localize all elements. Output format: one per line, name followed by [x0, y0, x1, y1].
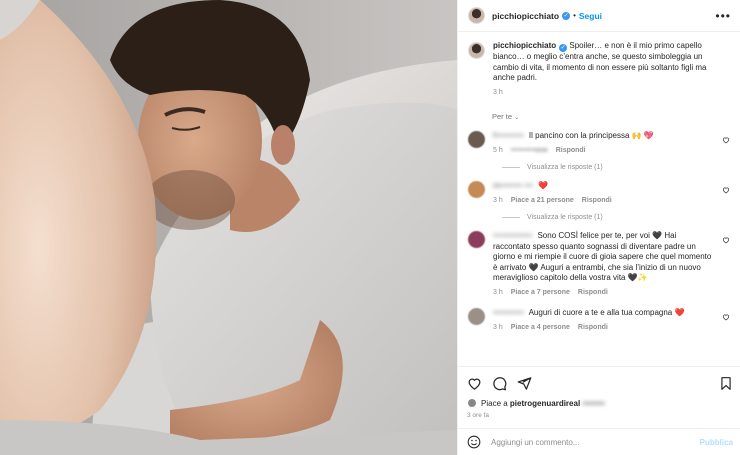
commenter-username[interactable]: m•••••••• •••: [493, 181, 533, 190]
view-replies-button[interactable]: Visualizza le risposte (1): [502, 164, 730, 171]
post-header: picchiopicchiato ✓ • Segui •••: [458, 0, 740, 32]
reply-button[interactable]: Rispondi: [578, 323, 608, 334]
comment: m•••••••• ••• ❤️ 3 h Piace a 21 persone …: [468, 181, 730, 206]
commenter-avatar[interactable]: [468, 131, 485, 148]
comment-likes[interactable]: Piace a 21 persone: [511, 196, 574, 207]
comment-time: 5 h: [493, 146, 503, 154]
comment-likes[interactable]: Piace a 4 persone: [511, 323, 570, 334]
comment: f•••••••••• Il pancino con la principess…: [468, 131, 730, 156]
comment-input[interactable]: [491, 437, 700, 447]
comment-likes[interactable]: ••••••••••one: [511, 146, 548, 157]
comments-sort-dropdown[interactable]: Per te ⌄: [492, 112, 730, 121]
comment-icon[interactable]: [492, 376, 507, 391]
caption: picchiopicchiato ✓ Spoiler… e non è il mi…: [468, 41, 730, 98]
heart-icon[interactable]: [722, 136, 730, 144]
post-image: [0, 0, 457, 455]
reply-button[interactable]: Rispondi: [578, 288, 608, 299]
caption-avatar[interactable]: [468, 42, 485, 59]
comment: ••••••••••• Auguri di cuore a te e alla …: [468, 308, 730, 333]
post-sidebar: picchiopicchiato ✓ • Segui ••• picchiopi…: [457, 0, 740, 455]
caption-username[interactable]: picchiopicchiato: [493, 41, 556, 50]
like-icon[interactable]: [467, 376, 482, 391]
heart-icon[interactable]: [722, 313, 730, 321]
commenter-username[interactable]: ••••••••••••••: [493, 231, 532, 240]
commenter-username[interactable]: •••••••••••: [493, 308, 524, 317]
verified-badge-icon: ✓: [562, 11, 571, 20]
author-username[interactable]: picchiopicchiato: [492, 11, 559, 21]
bookmark-icon[interactable]: [719, 376, 733, 391]
likes-prefix: Piace a: [481, 398, 508, 408]
heart-icon[interactable]: [722, 186, 730, 194]
sort-label: Per te: [492, 112, 513, 121]
commenter-username[interactable]: f••••••••••: [493, 131, 524, 140]
comment-time: 3 h: [493, 288, 503, 296]
comment: •••••••••••••• Sono COSÌ felice per te, …: [468, 231, 730, 298]
liker-username[interactable]: pietrogenuardireal: [510, 399, 580, 408]
add-comment-bar: Pubblica: [458, 428, 740, 455]
caption-time: 3 h: [493, 88, 503, 96]
likes-summary[interactable]: Piace a pietrogenuardireal ••••••••: [467, 398, 733, 408]
comments-area[interactable]: picchiopicchiato ✓ Spoiler… e non è il mi…: [458, 32, 740, 366]
commenter-avatar[interactable]: [468, 181, 485, 198]
comment-text: Il pancino con la principessa 🙌 💖: [528, 131, 654, 140]
likes-others: ••••••••: [582, 398, 605, 408]
comment-time: 3 h: [493, 196, 503, 204]
comment-likes[interactable]: Piace a 7 persone: [511, 288, 570, 299]
post-timestamp: 3 ore fa: [467, 412, 490, 419]
commenter-avatar[interactable]: [468, 231, 485, 248]
author-avatar[interactable]: [468, 7, 485, 24]
heart-icon[interactable]: [722, 236, 730, 244]
comment-text: Auguri di cuore a te e alla tua compagna…: [528, 308, 685, 317]
verified-badge-icon: ✓: [559, 44, 568, 52]
view-replies-button[interactable]: Visualizza le risposte (1): [502, 214, 730, 221]
comment-time: 3 h: [493, 323, 503, 331]
reply-button[interactable]: Rispondi: [556, 146, 586, 157]
commenter-avatar[interactable]: [468, 308, 485, 325]
emoji-icon[interactable]: [467, 435, 481, 449]
share-icon[interactable]: [517, 376, 532, 391]
chevron-down-icon: ⌄: [514, 115, 520, 121]
action-bar: Piace a pietrogenuardireal •••••••• 3 or…: [458, 366, 740, 419]
publish-button[interactable]: Pubblica: [700, 438, 733, 447]
liker-avatar: [467, 398, 477, 408]
post-photo[interactable]: [0, 0, 457, 455]
follow-button[interactable]: Segui: [579, 11, 602, 21]
more-options-icon[interactable]: •••: [715, 10, 731, 22]
reply-button[interactable]: Rispondi: [582, 196, 612, 207]
comment-text: ❤️: [538, 181, 549, 190]
separator-dot: •: [573, 11, 576, 20]
